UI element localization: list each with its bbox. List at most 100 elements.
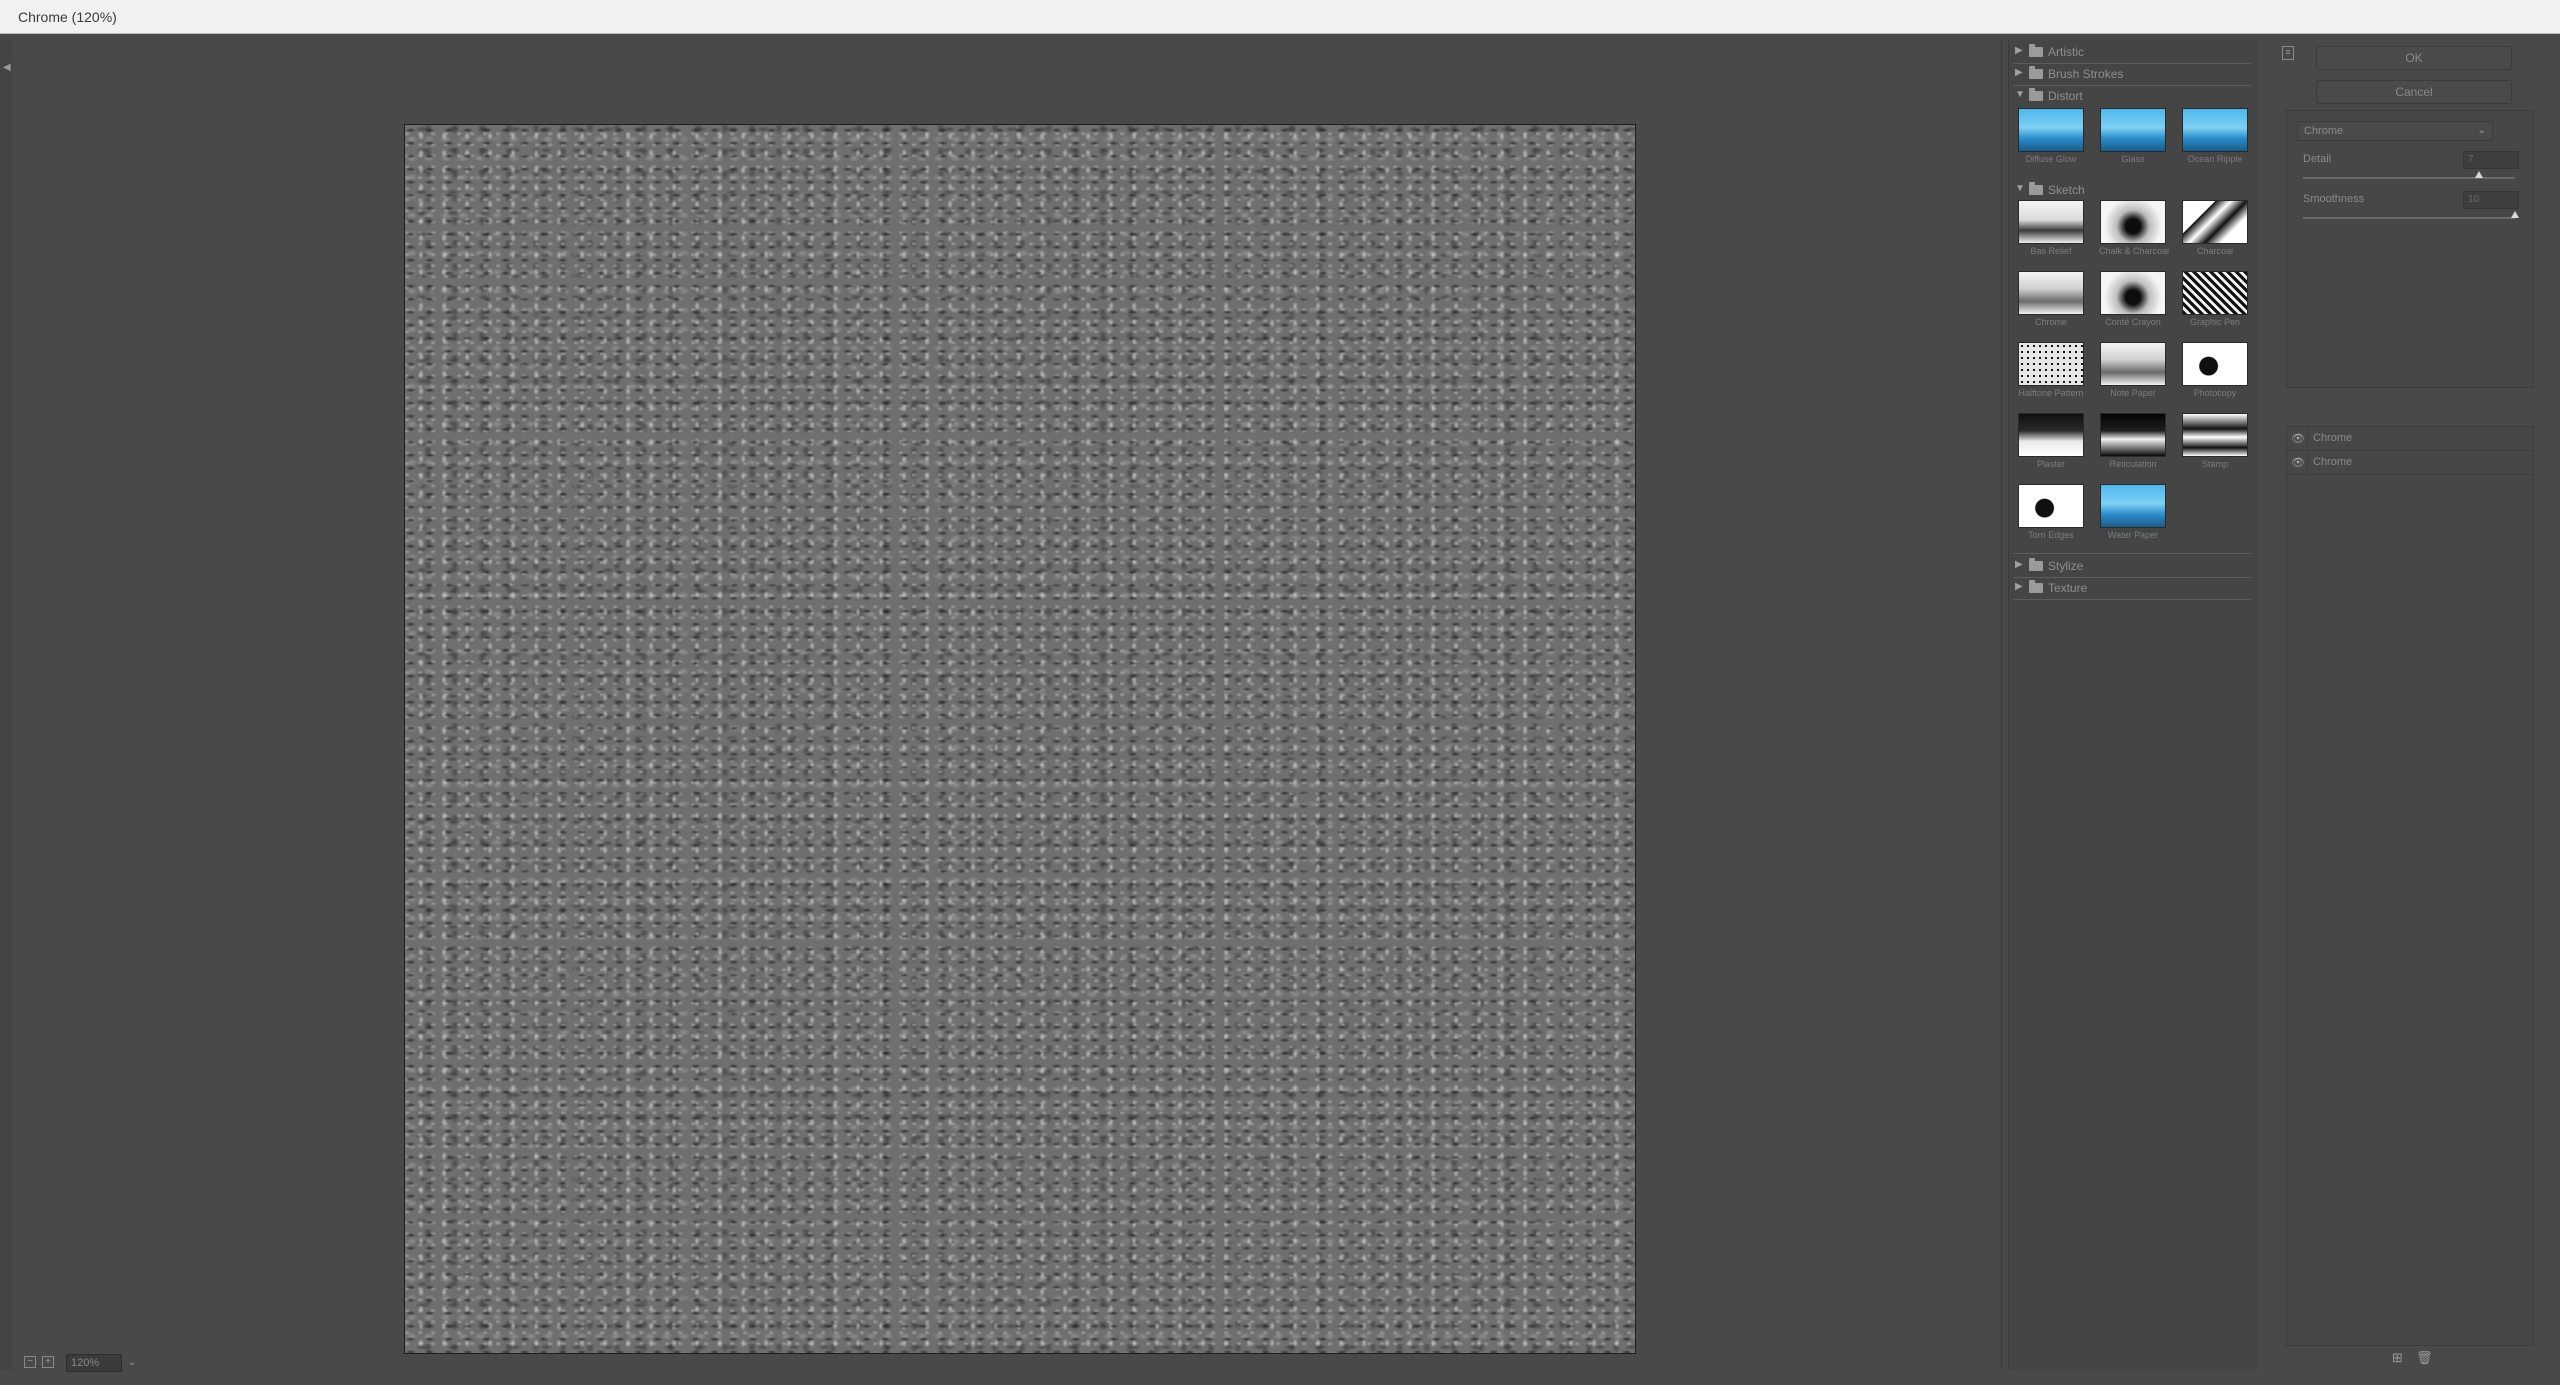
thumbnail-image[interactable] — [2018, 484, 2084, 528]
preview-canvas[interactable] — [404, 124, 1636, 1354]
thumbnail-caption: Torn Edges — [2028, 530, 2074, 540]
window-title: Chrome (120%) — [18, 9, 117, 25]
filter-thumb-halftone-pattern[interactable]: Halftone Pattern — [2017, 342, 2085, 398]
zoom-level-field[interactable]: 120% — [66, 1354, 122, 1372]
folder-icon — [2029, 44, 2043, 57]
thumbnail-caption: Graphic Pen — [2189, 317, 2241, 327]
filter-thumb-conte-crayon[interactable]: Conté Crayon — [2099, 271, 2167, 327]
thumbnail-image[interactable] — [2100, 413, 2166, 457]
filter-gallery: ▶ Artistic ▶ Brush Strokes ▼ Distort Dif… — [2008, 40, 2258, 1370]
filter-select-value: Chrome — [2304, 125, 2344, 137]
thumbnail-caption: Halftone Pattern — [2018, 388, 2084, 398]
folder-label: Stylize — [2048, 559, 2084, 573]
slider-thumb[interactable] — [2474, 171, 2483, 178]
thumbnail-image[interactable] — [2182, 271, 2248, 315]
filter-thumb-bas-relief[interactable]: Bas Relief — [2017, 200, 2085, 256]
collapse-triangle-icon[interactable]: ▼ — [2015, 183, 2025, 194]
folder-icon — [2029, 182, 2043, 195]
zoom-out-icon[interactable]: − — [24, 1356, 36, 1368]
effect-layer-row[interactable]: 👁 Chrome — [2287, 427, 2533, 451]
folder-label: Artistic — [2048, 45, 2084, 59]
folder-artistic[interactable]: ▶ Artistic — [2009, 42, 2259, 64]
filter-thumb-chrome[interactable]: Chrome — [2017, 271, 2085, 327]
divider — [2013, 599, 2251, 600]
thumbnail-caption: Stamp — [2201, 459, 2228, 469]
thumbnail-image[interactable] — [2100, 342, 2166, 386]
visibility-eye-icon[interactable]: 👁 — [2291, 456, 2305, 469]
expand-triangle-icon[interactable]: ▶ — [2015, 45, 2023, 56]
divider — [2307, 453, 2308, 473]
detail-label: Detail — [2303, 153, 2332, 165]
filter-thumb-water-paper[interactable]: Water Paper — [2099, 484, 2167, 540]
filter-settings: Chrome ⌄ Detail 7 Smoothness 10 — [2286, 110, 2534, 388]
chevron-down-icon[interactable]: ⌄ — [124, 1354, 140, 1372]
filter-thumb-reticulation[interactable]: Reticulation — [2099, 413, 2167, 469]
chevron-down-icon: ⌄ — [2477, 125, 2486, 136]
gallery-toggle-icon[interactable]: ≡ — [2282, 46, 2294, 60]
folder-brush-strokes[interactable]: ▶ Brush Strokes — [2009, 64, 2259, 86]
ok-button[interactable]: OK — [2316, 46, 2512, 70]
effect-layers-list: 👁 Chrome 👁 Chrome — [2286, 426, 2534, 1346]
folder-stylize[interactable]: ▶ Stylize — [2009, 553, 2259, 578]
visibility-eye-icon[interactable]: 👁 — [2291, 432, 2305, 445]
thumbnail-caption: Water Paper — [2107, 530, 2159, 540]
thumbnail-image[interactable] — [2100, 108, 2166, 152]
detail-value-field[interactable]: 7 — [2463, 151, 2519, 169]
thumbnail-image[interactable] — [2182, 342, 2248, 386]
folder-texture[interactable]: ▶ Texture — [2009, 578, 2259, 600]
expand-triangle-icon[interactable]: ▶ — [2015, 67, 2023, 78]
filter-thumb-chalk-charcoal[interactable]: Chalk & Charcoal — [2099, 200, 2169, 256]
folder-icon — [2029, 580, 2043, 593]
smoothness-value-field[interactable]: 10 — [2463, 191, 2519, 209]
effect-layer-row[interactable]: 👁 Chrome — [2287, 451, 2533, 475]
expand-triangle-icon[interactable]: ▶ — [2015, 581, 2023, 592]
thumbnail-caption: Charcoal — [2196, 246, 2234, 256]
folder-distort[interactable]: ▼ Distort — [2009, 86, 2259, 106]
smoothness-label: Smoothness — [2303, 193, 2365, 205]
filter-thumb-plaster[interactable]: Plaster — [2017, 413, 2085, 469]
filter-thumb-glass[interactable]: Glass — [2099, 108, 2167, 164]
thumbnail-image[interactable] — [2182, 108, 2248, 152]
thumbnail-caption: Glass — [2121, 154, 2145, 164]
left-collapse-strip[interactable]: ◀ — [0, 40, 12, 1370]
smoothness-slider[interactable] — [2303, 211, 2519, 219]
thumbnail-image[interactable] — [2182, 200, 2248, 244]
new-effect-layer-icon[interactable]: ⊞ — [2392, 1350, 2403, 1366]
filter-thumb-ocean-ripple[interactable]: Ocean Ripple — [2181, 108, 2249, 164]
folder-label: Brush Strokes — [2048, 67, 2124, 81]
thumbnail-caption: Photocopy — [2193, 388, 2237, 398]
thumbnail-image[interactable] — [2182, 413, 2248, 457]
filter-thumb-torn-edges[interactable]: Torn Edges — [2017, 484, 2085, 540]
collapse-triangle-icon[interactable]: ▼ — [2015, 89, 2025, 100]
folder-sketch[interactable]: ▼ Sketch — [2009, 180, 2259, 200]
detail-slider[interactable] — [2303, 171, 2515, 179]
thumbnail-image[interactable] — [2100, 200, 2166, 244]
thumbnail-caption: Diffuse Glow — [2025, 154, 2077, 164]
filter-thumb-photocopy[interactable]: Photocopy — [2181, 342, 2249, 398]
title-bar: Chrome (120%) — [0, 0, 2560, 34]
cancel-button[interactable]: Cancel — [2316, 80, 2512, 104]
thumbnail-image[interactable] — [2100, 271, 2166, 315]
preview-bottom-bar: − + 120% ⌄ — [18, 1352, 2002, 1374]
thumbnail-caption: Conté Crayon — [2105, 317, 2161, 327]
filter-select[interactable]: Chrome ⌄ — [2297, 121, 2493, 141]
thumbnail-image[interactable] — [2018, 271, 2084, 315]
filter-thumb-charcoal[interactable]: Charcoal — [2181, 200, 2249, 256]
divider — [2307, 429, 2308, 449]
thumbnail-image[interactable] — [2018, 108, 2084, 152]
delete-effect-layer-icon[interactable]: 🗑 — [2416, 1350, 2433, 1366]
thumbnail-image[interactable] — [2018, 342, 2084, 386]
filter-thumb-graphic-pen[interactable]: Graphic Pen — [2181, 271, 2249, 327]
collapse-arrow-icon[interactable]: ◀ — [3, 62, 11, 73]
slider-thumb[interactable] — [2511, 211, 2519, 218]
layer-name: Chrome — [2313, 432, 2353, 444]
thumbnail-image[interactable] — [2018, 413, 2084, 457]
zoom-in-icon[interactable]: + — [42, 1356, 54, 1368]
filter-thumb-note-paper[interactable]: Note Paper — [2099, 342, 2167, 398]
thumbnail-caption: Ocean Ripple — [2187, 154, 2243, 164]
expand-triangle-icon[interactable]: ▶ — [2015, 559, 2023, 570]
thumbnail-image[interactable] — [2018, 200, 2084, 244]
filter-thumb-diffuse-glow[interactable]: Diffuse Glow — [2017, 108, 2085, 164]
filter-thumb-stamp[interactable]: Stamp — [2181, 413, 2249, 469]
thumbnail-image[interactable] — [2100, 484, 2166, 528]
